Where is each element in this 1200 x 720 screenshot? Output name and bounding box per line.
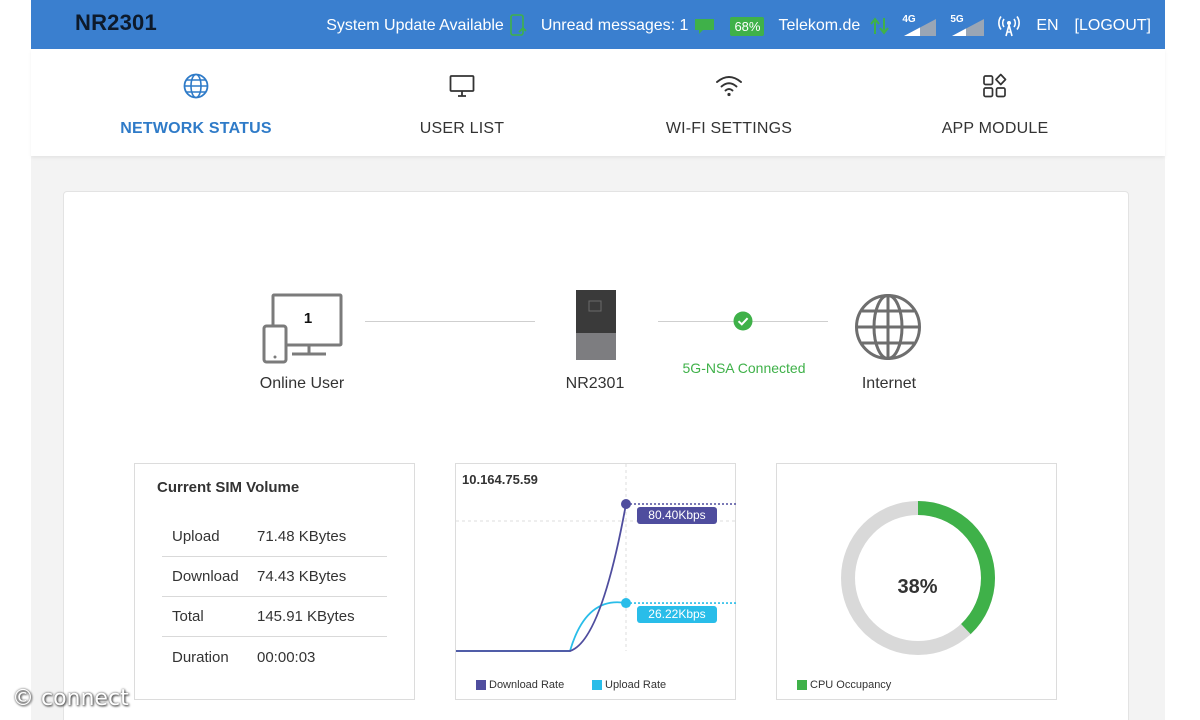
brand-logo-text: NR2301 — [75, 10, 157, 35]
online-user-label: Online User — [259, 375, 345, 392]
tab-app-module[interactable]: APP MODULE — [875, 49, 1115, 156]
internet-label: Internet — [861, 375, 917, 392]
status-strip: System Update Available Unread messages:… — [312, 12, 1151, 40]
sim-download-value: 74.43 KBytes — [257, 568, 347, 585]
download-legend-label: Download Rate — [489, 679, 565, 691]
upload-rate-point — [621, 598, 631, 609]
tab-network-status-label: NETWORK STATUS — [120, 120, 272, 137]
tab-network-status[interactable]: NETWORK STATUS — [76, 49, 316, 156]
connection-status-label: 5G-NSA Connected — [682, 360, 806, 376]
tab-user-list[interactable]: USER LIST — [342, 49, 582, 156]
message-icon — [695, 19, 715, 34]
cpu-legend-swatch — [797, 680, 807, 690]
tab-wifi-settings[interactable]: WI-FI SETTINGS — [609, 49, 849, 156]
upload-rate-legend: Upload Rate — [592, 679, 666, 691]
connected-check-icon — [733, 311, 753, 331]
top-header-bar: NR2301 System Update Available Unread me… — [31, 0, 1165, 49]
system-update-text: System Update Available — [326, 17, 504, 34]
unread-messages-text: Unread messages: 1 — [540, 17, 689, 34]
sim-download-key: Download — [172, 568, 239, 585]
language-selector[interactable]: EN — [1036, 17, 1058, 35]
sim-duration-value: 00:00:03 — [257, 648, 316, 666]
operator-name: Telekom.de — [778, 17, 861, 34]
wifi-icon — [716, 76, 742, 97]
tab-wifi-settings-label: WI-FI SETTINGS — [665, 120, 793, 137]
download-legend-swatch — [476, 680, 486, 690]
online-user-count: 1 — [303, 310, 313, 327]
globe-icon — [183, 73, 209, 99]
sim-upload-value: 71.48 KBytes — [257, 528, 347, 545]
download-value-label: 80.40Kbps — [648, 508, 706, 522]
sim-duration-key: Duration — [172, 648, 229, 666]
table-row: Total 145.91 KBytes — [162, 597, 387, 637]
upload-value-label: 26.22Kbps — [648, 607, 706, 622]
upload-legend-swatch — [592, 680, 602, 690]
sim-volume-panel: Current SIM Volume Upload 71.48 KBytes D… — [134, 463, 415, 700]
apps-icon — [983, 73, 1007, 98]
table-row: Upload 71.48 KBytes — [162, 517, 387, 557]
phone-update-icon — [510, 14, 527, 36]
network-status-card: 1 Online User NR2301 5G-NSA Connected In… — [63, 191, 1129, 720]
main-nav: NETWORK STATUS USER LIST WI-FI SETTINGS — [31, 49, 1165, 156]
router-device-label: NR2301 — [565, 375, 625, 392]
upload-legend-label: Upload Rate — [605, 679, 667, 691]
router-admin-page: NR2301 System Update Available Unread me… — [31, 0, 1165, 720]
sim-volume-table: Upload 71.48 KBytes Download 74.43 KByte… — [162, 517, 387, 677]
download-rate-line — [456, 503, 627, 652]
battery-badge: 68% — [730, 16, 765, 36]
tab-app-module-label: APP MODULE — [941, 120, 1049, 137]
unread-messages-link[interactable]: Unread messages: 1 — [541, 17, 717, 35]
signal-5g-indicator: 5G — [950, 14, 986, 37]
cpu-legend: CPU Occupancy — [797, 679, 891, 691]
cpu-legend-label: CPU Occupancy — [810, 679, 892, 691]
table-row: Download 74.43 KBytes — [162, 557, 387, 597]
monitor-icon — [449, 75, 475, 97]
upload-rate-line — [456, 601, 627, 652]
table-row: Duration 00:00:03 — [162, 637, 387, 677]
online-user-devices-icon[interactable] — [262, 292, 344, 364]
link-line-user-device — [365, 321, 535, 322]
logout-link[interactable]: [LOGOUT] — [1075, 17, 1151, 35]
cpu-value-label: 38% — [897, 576, 938, 598]
sim-total-key: Total — [172, 608, 204, 625]
internet-globe-icon — [855, 294, 921, 360]
antenna-broadcast-icon — [998, 16, 1021, 37]
rate-chart — [456, 464, 737, 652]
system-update-link[interactable]: System Update Available — [326, 14, 527, 38]
signal-4g-label: 4G — [902, 14, 916, 25]
router-device-icon — [576, 290, 616, 360]
cpu-panel: 38% CPU Occupancy — [776, 463, 1057, 700]
signal-4g-indicator: 4G — [902, 14, 938, 37]
sim-total-value: 145.91 KBytes — [257, 608, 355, 625]
download-rate-legend: Download Rate — [476, 679, 564, 691]
sim-volume-title: Current SIM Volume — [157, 479, 300, 496]
tab-user-list-label: USER LIST — [419, 120, 505, 137]
data-transfer-arrows-icon — [870, 17, 890, 35]
signal-5g-label: 5G — [950, 14, 964, 25]
watermark: © connect — [12, 686, 129, 711]
download-rate-point — [621, 499, 631, 509]
rate-chart-panel: 10.164.75.59 80.40Kbps 26.22Kbps Downloa… — [455, 463, 737, 700]
sim-upload-key: Upload — [172, 528, 220, 545]
